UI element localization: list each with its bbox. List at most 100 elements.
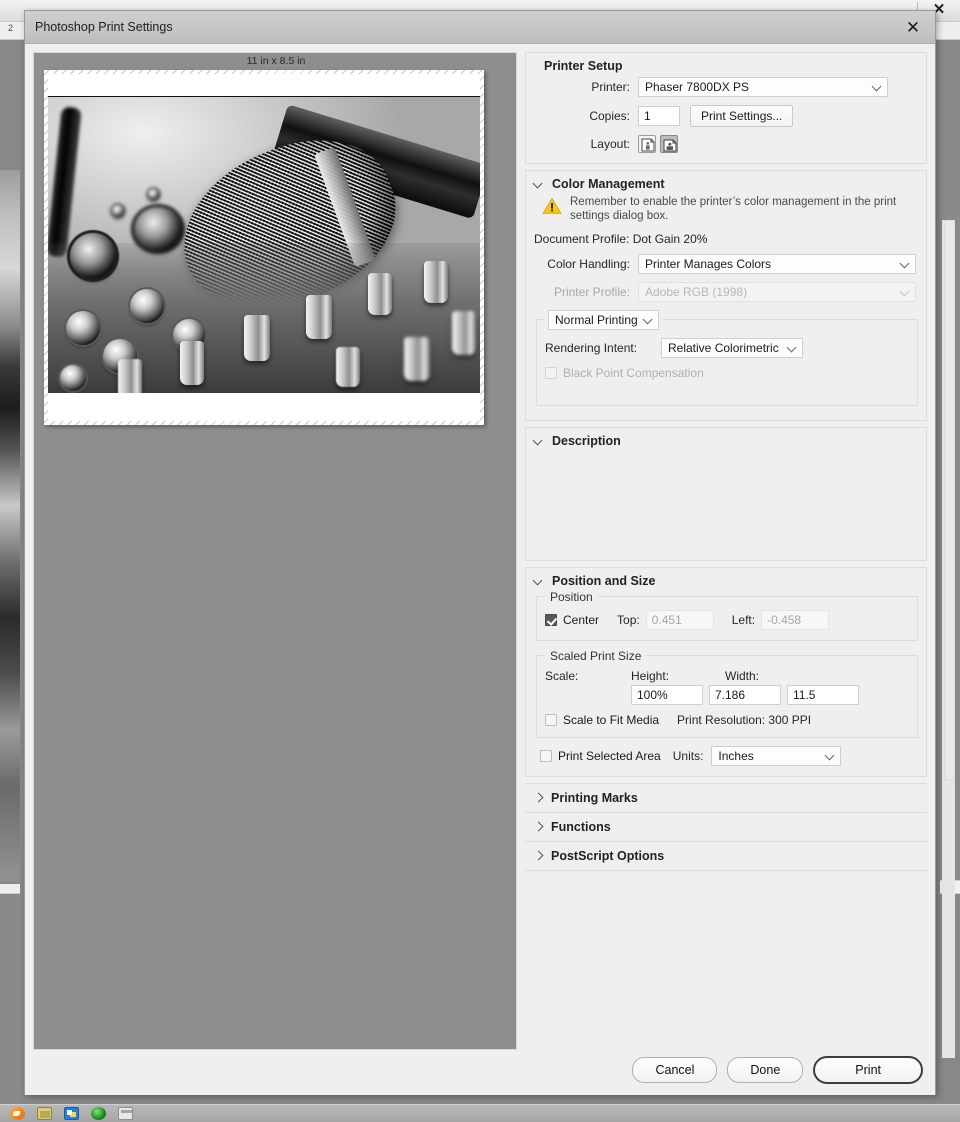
background-lower-fill [0,894,20,1104]
photo-cable [48,106,82,258]
image-viewer-icon[interactable] [64,1107,79,1120]
checkbox-box [545,366,557,379]
print-button[interactable]: Print [813,1056,923,1084]
section-title: Printing Marks [551,790,638,805]
chevron-down-icon[interactable] [534,179,544,189]
printer-profile-row: Printer Profile: Adobe RGB (1998) [526,281,926,302]
section-postscript-options[interactable]: PostScript Options [525,840,927,871]
preview-paper-sheet [44,70,484,425]
background-tab-label: 2 [8,23,14,33]
chevron-right-icon[interactable] [533,822,543,832]
photo-xlr-connector [134,207,182,251]
section-title: Color Management [552,177,665,191]
print-selected-area-row: Print Selected Area Units: Inches [526,745,926,766]
photo-knob [336,347,360,387]
print-mode-select[interactable]: Normal Printing [548,309,659,330]
calculator-icon[interactable] [118,1107,133,1120]
printer-profile-select: Adobe RGB (1998) [638,281,916,302]
cancel-button[interactable]: Cancel [632,1057,718,1083]
photo-jack-socket [66,311,100,345]
print-preview-pane[interactable]: 11 in x 8.5 in [33,52,517,1079]
color-handling-row: Color Handling: Printer Manages Colors [526,253,926,274]
copies-input[interactable] [638,106,680,126]
scale-input[interactable] [631,684,703,705]
printer-setup-header: Printer Setup [526,53,926,77]
section-functions[interactable]: Functions [525,811,927,841]
photo-knob [306,295,332,339]
dialog-body: 11 in x 8.5 in Printer Setup Printer: Ph… [25,44,955,1095]
section-title: Printer Setup [544,59,623,73]
scale-labels-row: Scale: Height: Width: [545,669,909,683]
settings-scrollbar-thumb[interactable] [944,220,955,780]
units-select[interactable]: Inches [711,745,842,766]
photo-knob [244,315,270,361]
chevron-right-icon[interactable] [533,851,543,861]
color-management-header[interactable]: Color Management [526,171,926,195]
rendering-intent-select[interactable]: Relative Colorimetric [661,337,803,358]
color-handling-select-wrap[interactable]: Printer Manages Colors [638,253,916,274]
photo-knob [404,337,430,381]
position-group: Position Center Top: Left: [536,589,918,641]
firefox-icon[interactable] [10,1107,25,1120]
globe-icon[interactable] [91,1107,106,1120]
scale-label: Scale: [545,668,579,683]
dialog-footer: Cancel Done Print [25,1050,935,1095]
footer-button-group: Cancel Done Print [632,1056,923,1084]
background-canvas-strip-lower [0,870,20,882]
print-settings-button[interactable]: Print Settings... [690,105,794,127]
checkbox-label: Center [563,612,600,627]
units-select-wrap[interactable]: Inches [711,745,842,766]
description-header[interactable]: Description [526,428,926,452]
width-input[interactable] [787,684,859,705]
position-row: Center Top: Left: [545,609,909,630]
checkbox-label: Scale to Fit Media [563,712,660,727]
scaled-print-size-group: Scaled Print Size Scale: Height: Width: [536,648,918,738]
height-input[interactable] [709,684,781,705]
chevron-down-icon[interactable] [534,436,544,446]
rendering-intent-select-wrap[interactable]: Relative Colorimetric [661,337,803,358]
rendering-intent-label: Rendering Intent: [545,340,638,355]
color-management-warning: Remember to enable the printer’s color m… [526,195,926,230]
landscape-layout-icon[interactable] [660,135,678,153]
photo-xlr-pin [148,189,159,200]
top-input[interactable] [645,609,714,630]
checkbox-print-selected-area[interactable]: Print Selected Area [540,749,661,763]
photo-jack-socket [60,365,86,391]
checkbox-black-point-compensation: Black Point Compensation [545,366,909,380]
color-handling-select[interactable]: Printer Manages Colors [638,253,916,274]
photo-knob [368,273,392,315]
copies-row: Copies: Print Settings... [526,105,926,127]
position-and-size-header[interactable]: Position and Size [526,568,926,588]
photo-knob [424,261,448,303]
printer-select[interactable]: Phaser 7800DX PS [638,77,888,97]
checkbox-scale-to-fit-media[interactable]: Scale to Fit Media [545,713,659,727]
section-printing-marks[interactable]: Printing Marks [525,782,927,812]
done-button[interactable]: Done [727,1057,804,1083]
chevron-down-icon[interactable] [534,576,544,586]
checkbox-center[interactable]: Center [545,613,599,627]
portrait-layout-icon[interactable] [638,135,656,153]
printer-profile-label: Printer Profile: [553,284,630,299]
section-position-and-size: Position and Size Position Center Top: L… [525,566,927,777]
desktop-background: ✕ 2 Photoshop Print Settings ✕ 11 in x 8… [0,0,960,1122]
checkbox-box[interactable] [545,713,557,726]
dialog-title: Photoshop Print Settings [35,20,173,34]
left-input[interactable] [761,609,830,630]
photo-knob [452,311,476,355]
photo-jack-socket [130,289,164,323]
close-icon[interactable]: ✕ [899,15,927,39]
folder-icon[interactable] [37,1107,52,1120]
photo-knob [118,359,142,393]
print-mode-select-wrap[interactable]: Normal Printing [548,309,659,330]
units-label: Units: [672,748,704,763]
photo-xlr-pin [112,205,124,217]
taskbar[interactable] [0,1104,960,1122]
chevron-right-icon[interactable] [533,793,543,803]
scaled-print-size-legend: Scaled Print Size [550,648,642,663]
printer-select-wrap[interactable]: Phaser 7800DX PS [638,77,888,97]
settings-scrollbar[interactable] [942,220,955,1058]
background-lower-panel [0,884,20,894]
checkbox-box[interactable] [545,613,557,626]
dialog-titlebar[interactable]: Photoshop Print Settings ✕ [25,11,935,44]
checkbox-box[interactable] [540,749,552,762]
